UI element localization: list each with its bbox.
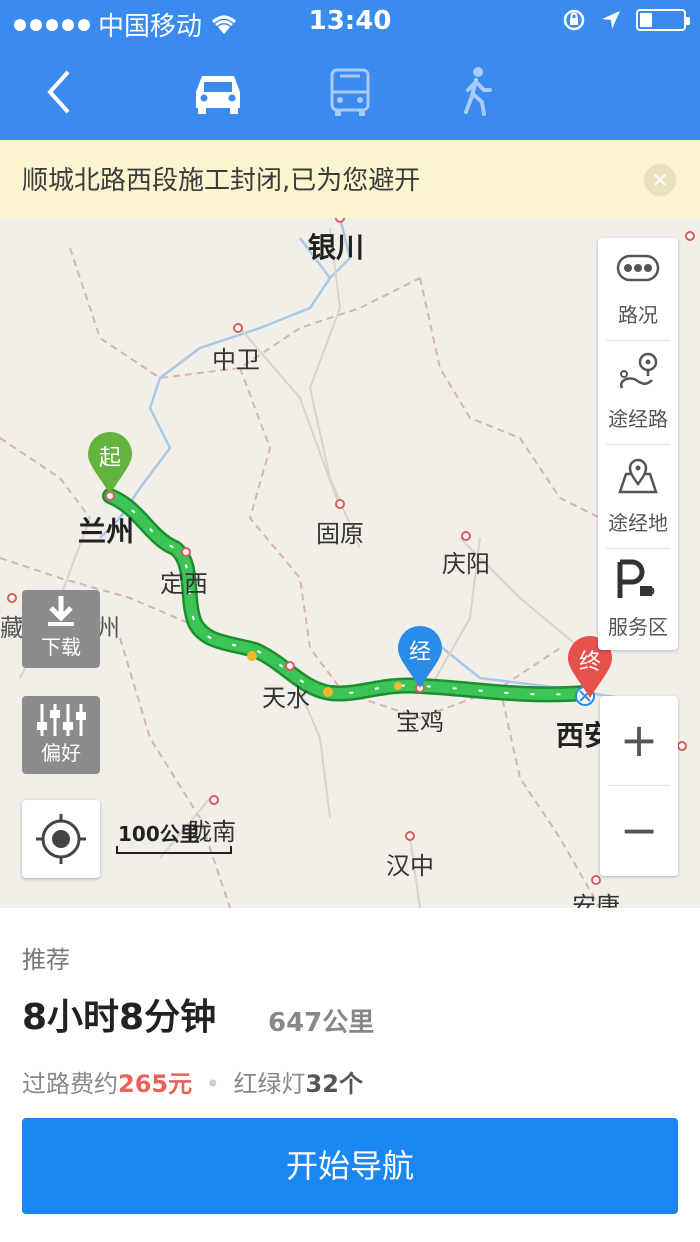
via-place-label: 途经地	[608, 511, 668, 535]
city-label: 天水	[262, 684, 310, 712]
close-icon[interactable]: ✕	[644, 164, 676, 196]
city-label: 中卫	[212, 346, 260, 374]
city-label: 固原	[316, 520, 364, 548]
separator-dot: •	[205, 1070, 220, 1098]
route-tag: 推荐	[22, 946, 70, 974]
toll-label: 过路费约	[22, 1070, 118, 1098]
status-bar: 中国移动 13:40	[0, 0, 700, 44]
via-place-button[interactable]: 途经地	[598, 446, 678, 548]
city-label: 汉中	[386, 852, 434, 880]
preferences-button[interactable]: 偏好	[22, 696, 100, 774]
rotation-lock-icon	[563, 9, 585, 31]
map-background	[0, 218, 695, 908]
zoom-in-button[interactable]: +	[600, 696, 678, 784]
route-panel: 推荐 8小时8分钟 647公里 过路费约265元 • 红绿灯32个 开始导航	[0, 908, 700, 1242]
scale-label: 100公里	[118, 822, 200, 846]
route-duration: 8小时8分钟	[22, 997, 217, 1038]
via-pin[interactable]: 经	[396, 626, 444, 690]
city-label: 宝鸡	[396, 708, 444, 736]
bus-icon[interactable]	[320, 62, 380, 122]
battery-icon	[636, 9, 690, 31]
traffic-icon	[616, 254, 660, 282]
map-toolbar: 路况 途经路 途经地 服务区	[598, 238, 678, 650]
pin-label: 经	[408, 640, 431, 665]
via-road-button[interactable]: 途经路	[598, 342, 678, 444]
route-info: 过路费约265元 • 红绿灯32个	[22, 1064, 363, 1099]
download-button[interactable]: 下载	[22, 590, 100, 668]
lights-value: 32个	[305, 1070, 363, 1098]
map-pin-icon	[618, 458, 658, 494]
location-arrow-icon	[602, 11, 620, 29]
scale-bar	[116, 846, 232, 854]
notice-banner: 顺城北路西段施工封闭,已为您避开 ✕	[0, 140, 700, 218]
walk-icon[interactable]	[446, 62, 506, 122]
via-road-label: 途经路	[608, 407, 668, 431]
start-pin[interactable]: 起	[86, 432, 134, 496]
traffic-label: 路况	[618, 303, 658, 327]
zoom-out-button[interactable]: −	[600, 786, 678, 874]
crosshair-icon	[36, 814, 86, 864]
city-label: 安康	[572, 892, 620, 908]
nav-bar	[0, 44, 700, 140]
back-icon[interactable]	[38, 64, 88, 120]
via-road-icon	[619, 352, 658, 389]
parking-icon	[617, 559, 655, 598]
download-label: 下载	[41, 635, 81, 659]
route-distance: 647公里	[268, 1008, 375, 1038]
start-navigation-button[interactable]: 开始导航	[22, 1118, 678, 1214]
city-label: 银川	[308, 231, 365, 264]
service-area-button[interactable]: 服务区	[598, 550, 678, 652]
traffic-button[interactable]: 路况	[598, 238, 678, 340]
car-icon[interactable]	[188, 62, 248, 122]
notice-text: 顺城北路西段施工封闭,已为您避开	[22, 166, 421, 196]
city-label: 兰州	[78, 515, 135, 548]
city-label: 庆阳	[442, 550, 490, 578]
city-label: 定西	[160, 570, 208, 598]
zoom-control: + −	[600, 696, 678, 876]
lights-label: 红绿灯	[233, 1070, 306, 1098]
locate-button[interactable]	[22, 800, 100, 878]
preferences-label: 偏好	[41, 741, 81, 765]
service-area-label: 服务区	[608, 615, 668, 639]
map-view[interactable]: 银川 中卫 兰州 固原 定西 庆阳 藏族自治州 天水 宝鸡 西安 陇南 汉中 安…	[0, 218, 700, 908]
toll-value: 265元	[118, 1070, 193, 1098]
pin-label: 起	[98, 446, 121, 471]
